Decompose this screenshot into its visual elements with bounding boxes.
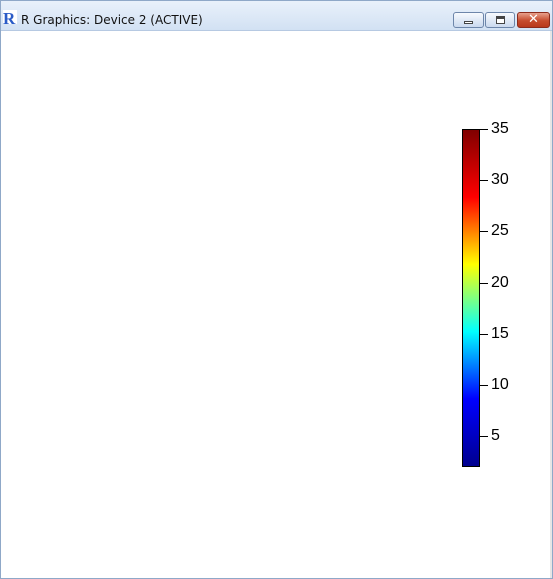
title-bar[interactable]: R R Graphics: Device 2 (ACTIVE) ✕	[1, 1, 552, 31]
r-logo-icon: R	[3, 9, 17, 25]
colorbar-tick-label-25: 25	[491, 222, 509, 239]
colorbar-tick-25	[480, 231, 488, 232]
colorbar-tick-label-5: 5	[491, 427, 500, 444]
colorbar-tick-15	[480, 334, 488, 335]
window-edge	[550, 31, 552, 578]
colorbar-tick-label-15: 15	[491, 325, 509, 342]
colorbar-tick-5	[480, 436, 488, 437]
colorbar-tick-20	[480, 283, 488, 284]
maximize-icon	[496, 16, 505, 24]
maximize-button[interactable]	[485, 12, 515, 28]
colorbar-tick-30	[480, 180, 488, 181]
r-graphics-window: R R Graphics: Device 2 (ACTIVE) ✕ 5 10 15 2…	[0, 0, 553, 579]
colorbar-tick-label-10: 10	[491, 376, 509, 393]
colorbar-tick-label-30: 30	[491, 171, 509, 188]
colorbar-tick-35	[480, 129, 488, 130]
colorbar-tick-10	[480, 385, 488, 386]
close-icon: ✕	[528, 12, 539, 27]
colorbar	[462, 129, 480, 467]
minimize-icon	[464, 21, 473, 24]
window-title: R Graphics: Device 2 (ACTIVE)	[21, 13, 203, 27]
svg-text:R: R	[3, 9, 16, 25]
colorbar-tick-label-35: 35	[491, 120, 509, 137]
minimize-button[interactable]	[453, 12, 484, 28]
plot-canvas: 5 10 15 20 25 30 35	[1, 31, 552, 578]
close-button[interactable]: ✕	[517, 12, 550, 28]
colorbar-tick-label-20: 20	[491, 274, 509, 291]
